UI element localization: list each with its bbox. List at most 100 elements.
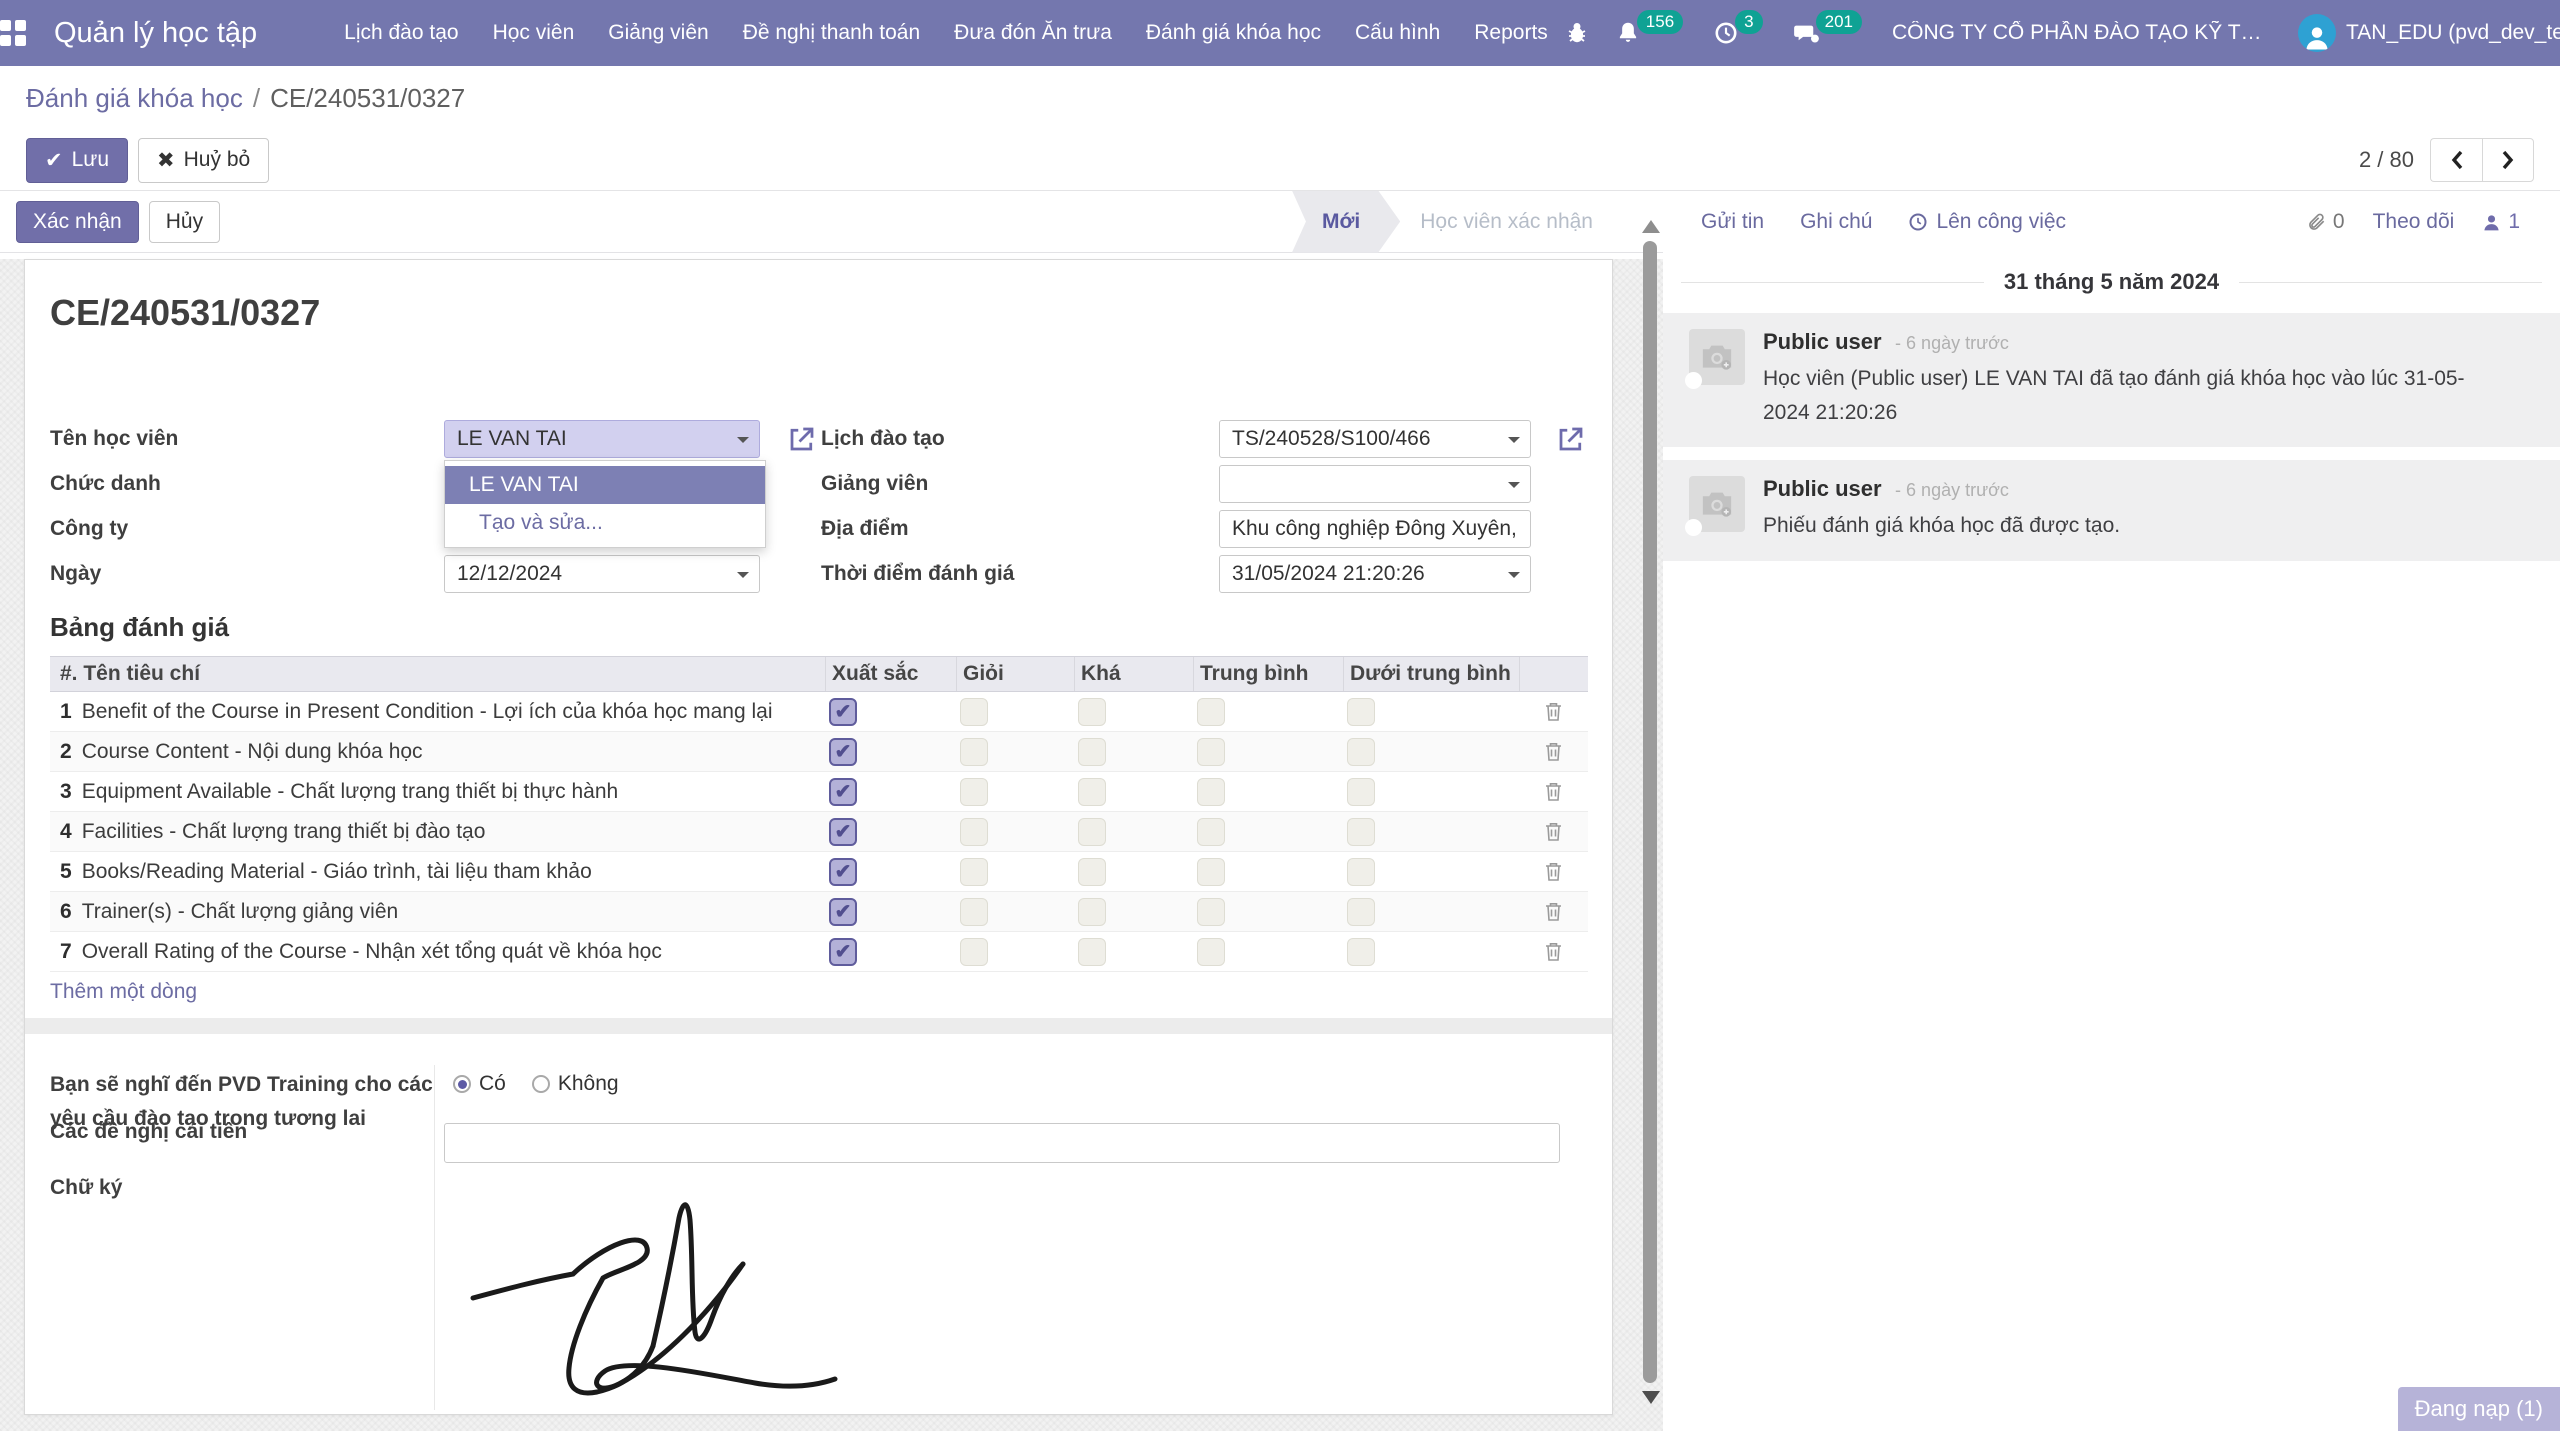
- status-step-current[interactable]: Mới: [1292, 191, 1400, 253]
- checkbox-average[interactable]: [1197, 698, 1225, 726]
- checkbox-below-average[interactable]: [1347, 858, 1375, 886]
- messages-button[interactable]: 201: [1793, 20, 1866, 47]
- checkbox-good[interactable]: [960, 898, 988, 926]
- app-title[interactable]: Quản lý học tập: [54, 17, 257, 50]
- scrollbar-thumb[interactable]: [1643, 241, 1657, 1383]
- menu-giang-vien[interactable]: Giảng viên: [591, 0, 725, 66]
- checkbox-good[interactable]: [960, 698, 988, 726]
- checkbox-good[interactable]: [960, 858, 988, 886]
- menu-danh-gia-khoa-hoc[interactable]: Đánh giá khóa học: [1129, 0, 1338, 66]
- schedule-combobox[interactable]: TS/240528/S100/466: [1219, 420, 1531, 458]
- menu-hoc-vien[interactable]: Học viên: [476, 0, 592, 66]
- delete-row-button[interactable]: [1519, 861, 1588, 882]
- schedule-label: Lịch đào tạo: [821, 420, 945, 458]
- user-menu[interactable]: TAN_EDU (pvd_dev_test050424): [2298, 14, 2560, 52]
- checkbox-below-average[interactable]: [1347, 698, 1375, 726]
- avatar-placeholder: [1689, 476, 1745, 532]
- checkbox-fair[interactable]: [1078, 938, 1106, 966]
- checkbox-good[interactable]: [960, 738, 988, 766]
- delete-row-button[interactable]: [1519, 781, 1588, 802]
- checkbox-excellent[interactable]: ✔: [829, 898, 857, 926]
- send-message-button[interactable]: Gửi tin: [1701, 210, 1764, 234]
- checkbox-average[interactable]: [1197, 818, 1225, 846]
- schedule-external-link-icon[interactable]: [1556, 424, 1586, 454]
- delete-row-button[interactable]: [1519, 701, 1588, 722]
- user-avatar: [2298, 14, 2336, 52]
- checkbox-excellent[interactable]: ✔: [829, 858, 857, 886]
- delete-row-button[interactable]: [1519, 821, 1588, 842]
- date-picker[interactable]: 12/12/2024: [444, 555, 760, 593]
- scroll-up-arrow-icon[interactable]: [1642, 211, 1660, 233]
- delete-row-button[interactable]: [1519, 941, 1588, 962]
- notifications-button[interactable]: 156: [1615, 20, 1687, 46]
- breadcrumb-section-link[interactable]: Đánh giá khóa học: [26, 83, 243, 114]
- menu-dua-don-an-trua[interactable]: Đưa đón Ăn trưa: [937, 0, 1129, 66]
- confirm-button[interactable]: Xác nhận: [16, 201, 139, 243]
- checkbox-below-average[interactable]: [1347, 738, 1375, 766]
- radio-yes[interactable]: Có: [453, 1072, 506, 1096]
- scroll-down-arrow-icon[interactable]: [1642, 1391, 1660, 1413]
- discard-button[interactable]: ✖ Huỷ bỏ: [138, 138, 269, 183]
- status-step-next[interactable]: Học viên xác nhận: [1400, 191, 1633, 253]
- pager-next-button[interactable]: [2482, 138, 2534, 182]
- checkbox-fair[interactable]: [1078, 858, 1106, 886]
- menu-de-nghi-thanh-toan[interactable]: Đề nghị thanh toán: [726, 0, 937, 66]
- checkbox-below-average[interactable]: [1347, 898, 1375, 926]
- menu-reports[interactable]: Reports: [1457, 0, 1565, 66]
- checkbox-excellent[interactable]: ✔: [829, 778, 857, 806]
- radio-no[interactable]: Không: [532, 1072, 619, 1096]
- schedule-activity-button[interactable]: Lên công việc: [1908, 210, 2066, 234]
- checkbox-excellent[interactable]: ✔: [829, 818, 857, 846]
- checkbox-fair[interactable]: [1078, 698, 1106, 726]
- checkbox-average[interactable]: [1197, 898, 1225, 926]
- checkbox-fair[interactable]: [1078, 898, 1106, 926]
- menu-cau-hinh[interactable]: Cấu hình: [1338, 0, 1457, 66]
- debug-bug-icon[interactable]: [1565, 21, 1589, 45]
- delete-row-button[interactable]: [1519, 741, 1588, 762]
- activities-button[interactable]: 3: [1713, 20, 1766, 46]
- suggestions-input[interactable]: [444, 1123, 1560, 1163]
- checkbox-excellent[interactable]: ✔: [829, 938, 857, 966]
- trainer-combobox[interactable]: [1219, 465, 1531, 503]
- signature-canvas[interactable]: [455, 1180, 885, 1410]
- attachments-button[interactable]: 0: [2307, 210, 2345, 234]
- pager-previous-button[interactable]: [2430, 138, 2482, 182]
- checkbox-good[interactable]: [960, 818, 988, 846]
- delete-row-button[interactable]: [1519, 901, 1588, 922]
- checkbox-good[interactable]: [960, 938, 988, 966]
- followers-button[interactable]: 1: [2482, 210, 2520, 234]
- checkbox-excellent[interactable]: ✔: [829, 698, 857, 726]
- dropdown-option[interactable]: LE VAN TAI: [445, 466, 765, 504]
- checkbox-average[interactable]: [1197, 738, 1225, 766]
- student-combobox[interactable]: LE VAN TAI: [444, 420, 760, 458]
- checkbox-below-average[interactable]: [1347, 818, 1375, 846]
- checkbox-average[interactable]: [1197, 778, 1225, 806]
- follow-button[interactable]: Theo dõi: [2373, 210, 2455, 234]
- checkbox-average[interactable]: [1197, 938, 1225, 966]
- message-author[interactable]: Public user: [1763, 476, 1882, 501]
- dropdown-create-edit[interactable]: Tạo và sửa...: [445, 504, 765, 542]
- checkbox-fair[interactable]: [1078, 738, 1106, 766]
- trash-icon: [1544, 901, 1563, 922]
- location-input[interactable]: Khu công nghiệp Đông Xuyên, đườn: [1219, 510, 1531, 548]
- checkbox-excellent[interactable]: ✔: [829, 738, 857, 766]
- camera-icon: [1700, 489, 1734, 519]
- student-external-link-icon[interactable]: [787, 424, 817, 454]
- save-button[interactable]: ✔ Lưu: [26, 138, 128, 183]
- checkbox-below-average[interactable]: [1347, 938, 1375, 966]
- cancel-button[interactable]: Hủy: [149, 201, 220, 243]
- log-note-button[interactable]: Ghi chú: [1800, 210, 1872, 234]
- menu-lich-dao-tao[interactable]: Lịch đào tạo: [327, 0, 475, 66]
- checkbox-fair[interactable]: [1078, 818, 1106, 846]
- eval-time-picker[interactable]: 31/05/2024 21:20:26: [1219, 555, 1531, 593]
- checkbox-fair[interactable]: [1078, 778, 1106, 806]
- checkbox-good[interactable]: [960, 778, 988, 806]
- add-line-link[interactable]: Thêm một dòng: [50, 980, 197, 1004]
- apps-menu-button[interactable]: [0, 0, 26, 66]
- table-row: 5 Books/Reading Material - Giáo trình, t…: [50, 852, 1588, 892]
- message-author[interactable]: Public user: [1763, 329, 1882, 354]
- checkbox-average[interactable]: [1197, 858, 1225, 886]
- checkbox-below-average[interactable]: [1347, 778, 1375, 806]
- company-switcher[interactable]: CÔNG TY CỔ PHẦN ĐÀO TẠO KỸ THU...: [1892, 21, 2272, 45]
- form-scrollbar[interactable]: [1642, 211, 1658, 1425]
